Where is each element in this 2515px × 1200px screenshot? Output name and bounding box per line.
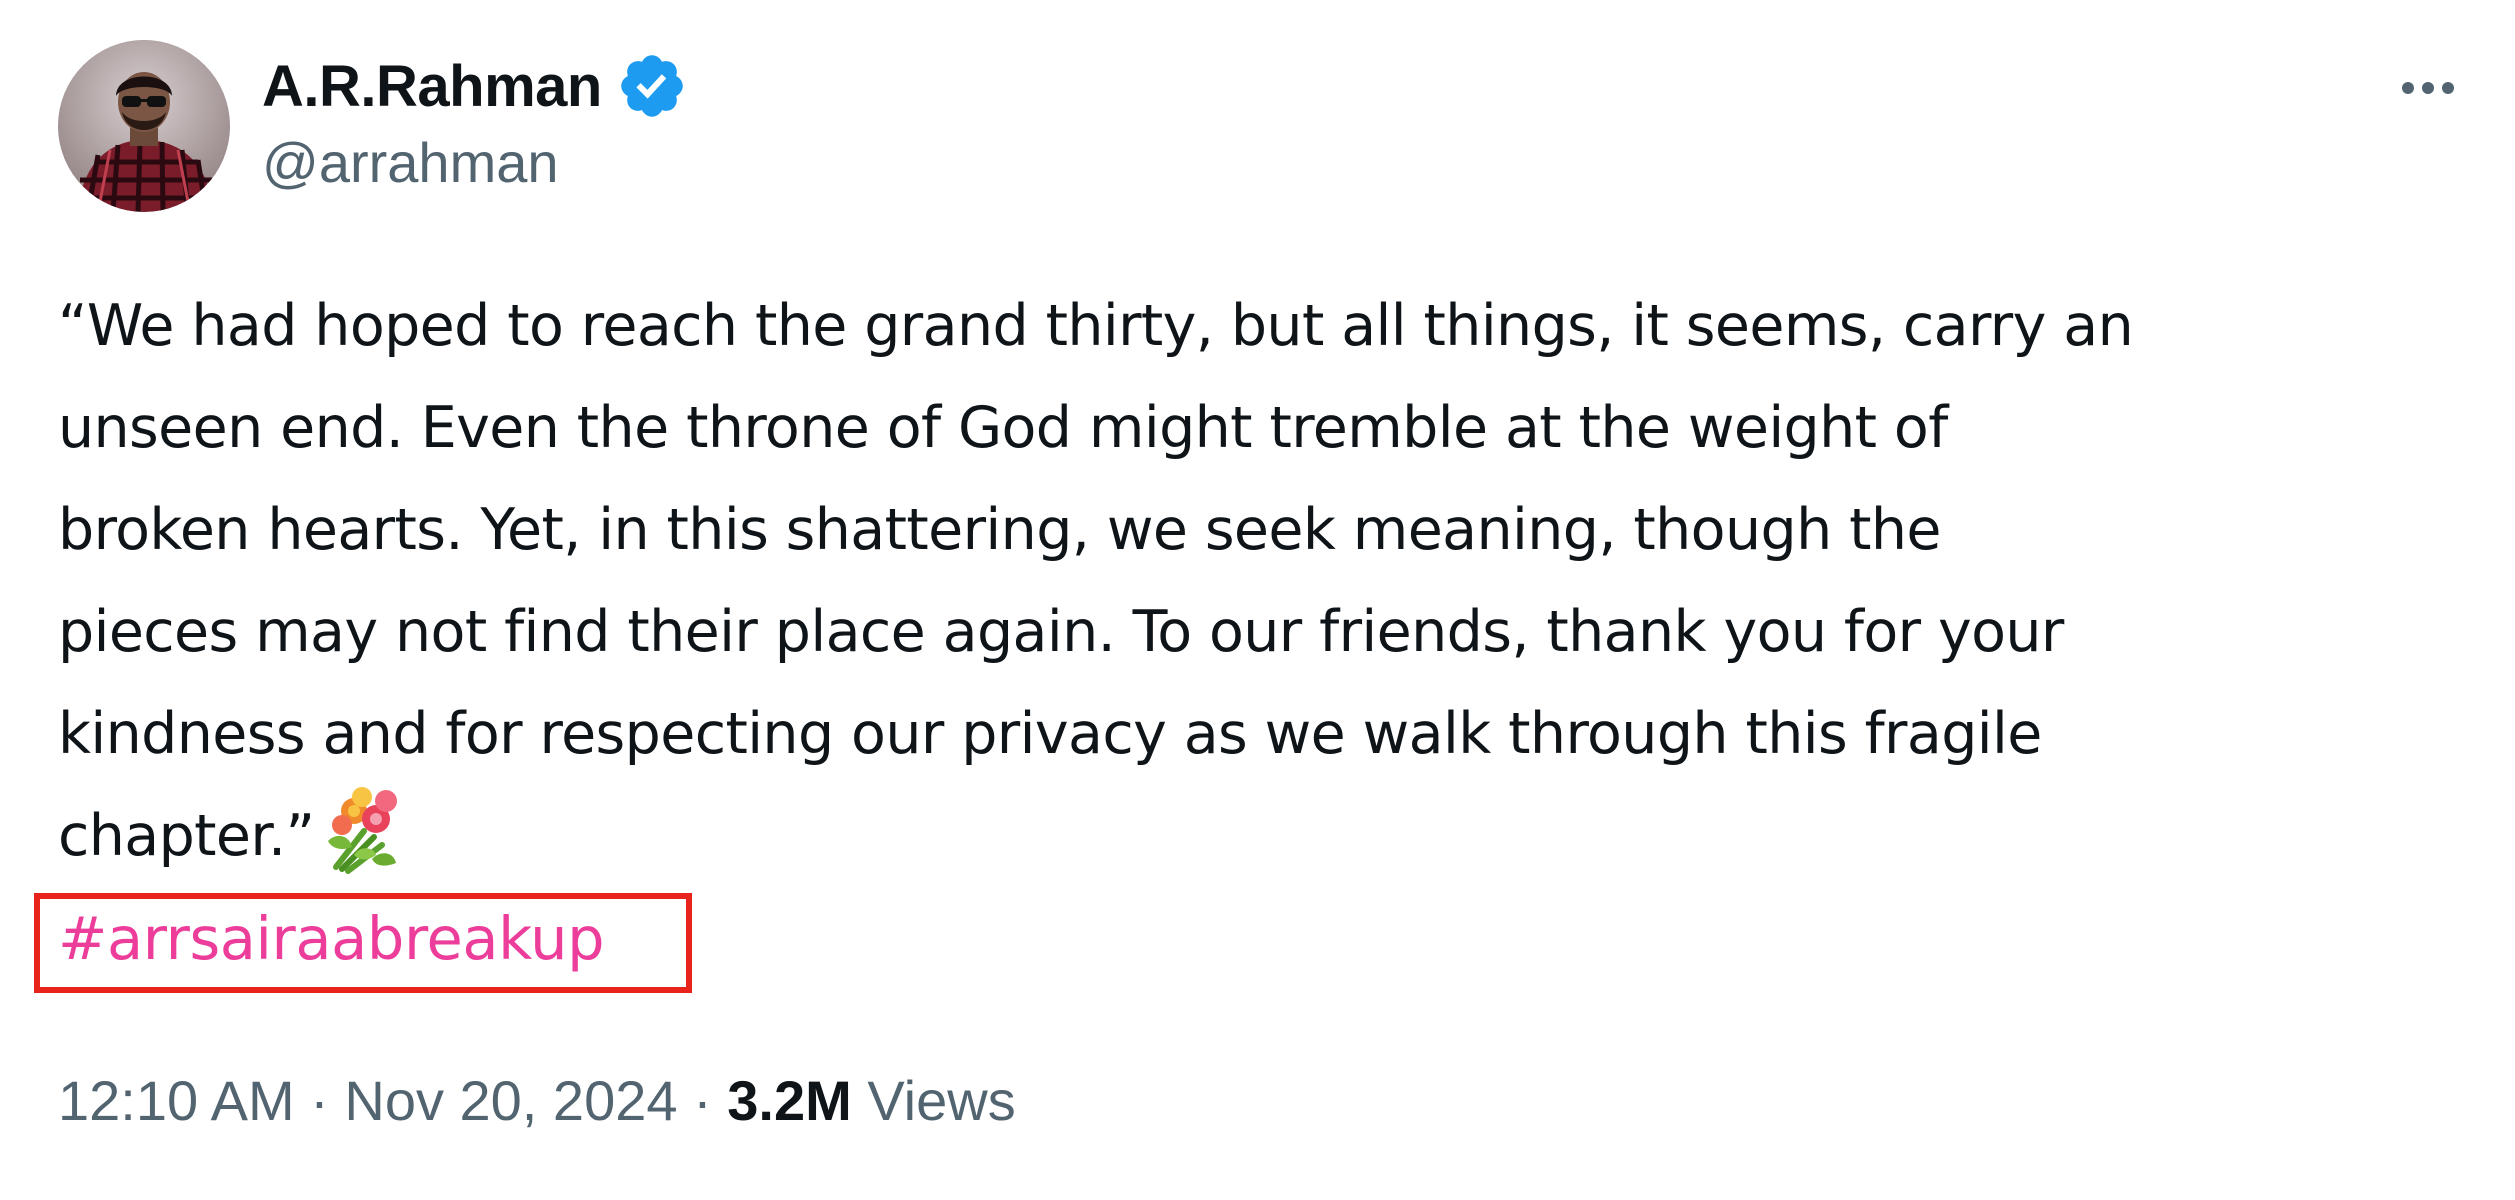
meta-separator-2: · <box>677 1068 728 1132</box>
tweet-card: A.R.Rahman @arrahman “We had hoped to re… <box>0 0 2515 1200</box>
tweet-text: “We had hoped to reach the grand thirty,… <box>58 275 2498 887</box>
views-count[interactable]: 3.2M <box>727 1068 852 1133</box>
avatar-image <box>58 40 230 212</box>
meta-separator: · <box>294 1068 345 1132</box>
author-display-name[interactable]: A.R.Rahman <box>262 53 602 120</box>
more-options-button[interactable] <box>2380 48 2476 128</box>
more-options-icon <box>2402 82 2454 94</box>
tweet-body-text: “We had hoped to reach the grand thirty,… <box>58 293 2134 869</box>
tweet-meta: 12:10 AM · Nov 20, 2024 · 3.2M Views <box>58 1060 1016 1140</box>
views-label: Views <box>851 1068 1016 1132</box>
verified-badge-icon[interactable] <box>616 50 688 122</box>
bouquet-emoji-icon <box>314 785 404 875</box>
tweet-time[interactable]: 12:10 AM <box>58 1068 295 1133</box>
avatar[interactable] <box>58 40 230 212</box>
author-handle[interactable]: @arrahman <box>262 130 559 195</box>
hashtag-link[interactable]: #arrsairaabreakup <box>58 893 605 993</box>
tweet-date[interactable]: Nov 20, 2024 <box>344 1068 677 1133</box>
author-name-row: A.R.Rahman <box>262 46 688 126</box>
